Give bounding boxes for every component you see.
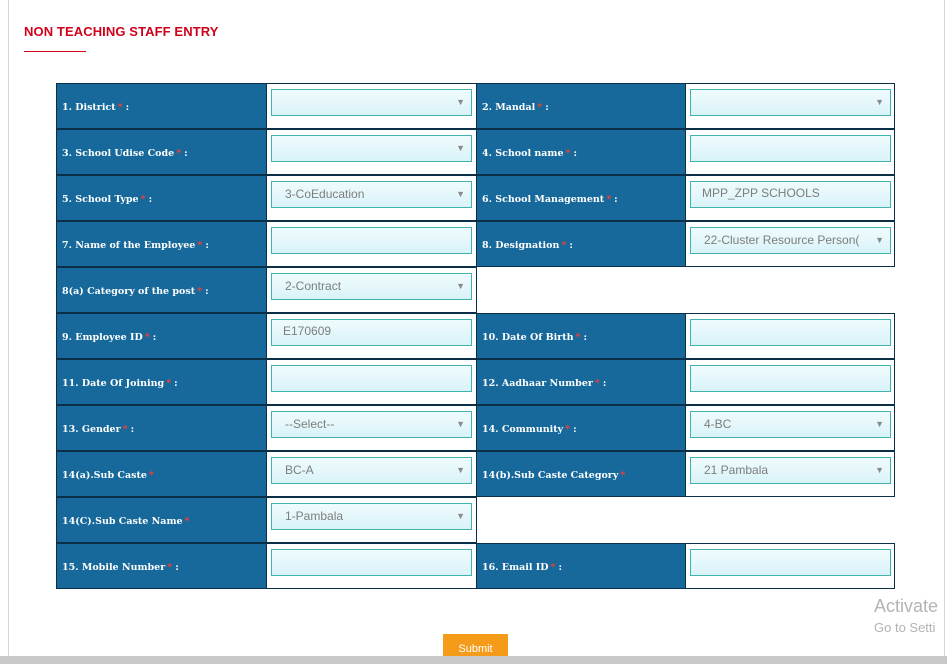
email-id-input[interactable] <box>690 549 891 576</box>
school-management-label: 6. School Management *: <box>476 175 686 221</box>
sub-caste-label: 14(a).Sub Caste * <box>56 451 267 497</box>
chevron-down-icon: ▼ <box>875 235 884 245</box>
employee-name-input[interactable] <box>271 227 472 254</box>
chevron-down-icon: ▼ <box>456 97 465 107</box>
staff-entry-form: 1. District *: ▼ 2. Mandal *: ▼ 3. School … <box>56 83 895 590</box>
designation-label: 8. Designation *: <box>476 221 686 267</box>
mandal-label: 2. Mandal *: <box>476 83 686 129</box>
chevron-down-icon: ▼ <box>456 465 465 475</box>
form-row: 14(a).Sub Caste * BC-A ▼ 14(b).Sub Caste C… <box>56 451 895 497</box>
chevron-down-icon: ▼ <box>456 189 465 199</box>
title-underline <box>24 51 86 52</box>
sub-caste-category-select[interactable]: 21 Pambala ▼ <box>690 457 891 484</box>
school-management-input[interactable]: MPP_ZPP SCHOOLS <box>690 181 891 208</box>
mandal-select[interactable]: ▼ <box>690 89 891 116</box>
mobile-number-input[interactable] <box>271 549 472 576</box>
chevron-down-icon: ▼ <box>456 281 465 291</box>
windows-activation-watermark: Activate Go to Setti <box>874 596 939 635</box>
employee-name-label: 7. Name of the Employee *: <box>56 221 267 267</box>
chevron-down-icon: ▼ <box>456 419 465 429</box>
school-type-label: 5. School Type *: <box>56 175 267 221</box>
chevron-down-icon: ▼ <box>875 465 884 475</box>
community-select[interactable]: 4-BC ▼ <box>690 411 891 438</box>
page-title: NON TEACHING STAFF ENTRY <box>24 24 219 39</box>
chevron-down-icon: ▼ <box>875 419 884 429</box>
designation-select[interactable]: 22-Cluster Resource Person(▼ <box>690 227 891 254</box>
form-row: 15. Mobile Number *: 16. Email ID *: <box>56 543 895 589</box>
form-row: 3. School Udise Code *: ▼ 4. School name *… <box>56 129 895 175</box>
sub-caste-select[interactable]: BC-A ▼ <box>271 457 472 484</box>
school-name-label: 4. School name *: <box>476 129 686 175</box>
aadhaar-number-label: 12. Aadhaar Number *: <box>476 359 686 405</box>
school-type-select[interactable]: 3-CoEducation ▼ <box>271 181 472 208</box>
district-label: 1. District *: <box>56 83 267 129</box>
community-label: 14. Community *: <box>476 405 686 451</box>
form-row: 5. School Type *: 3-CoEducation ▼ 6. Schoo… <box>56 175 895 221</box>
form-row: 7. Name of the Employee *: 8. Designation… <box>56 221 895 267</box>
form-row: 13. Gender *: --Select-- ▼ 14. Community *:… <box>56 405 895 451</box>
email-id-label: 16. Email ID *: <box>476 543 686 589</box>
form-row: 14(C).Sub Caste Name * 1-Pambala ▼ <box>56 497 895 543</box>
form-row: 8(a) Category of the post *: 2-Contract ▼ <box>56 267 895 313</box>
gender-select[interactable]: --Select-- ▼ <box>271 411 472 438</box>
district-select[interactable]: ▼ <box>271 89 472 116</box>
gender-label: 13. Gender *: <box>56 405 267 451</box>
chevron-down-icon: ▼ <box>875 97 884 107</box>
horizontal-scrollbar[interactable] <box>0 656 947 664</box>
aadhaar-number-input[interactable] <box>690 365 891 392</box>
school-name-input[interactable] <box>690 135 891 162</box>
sub-caste-category-label: 14(b).Sub Caste Category * <box>476 451 686 497</box>
date-of-birth-input[interactable] <box>690 319 891 346</box>
form-row: 1. District *: ▼ 2. Mandal *: ▼ <box>56 83 895 129</box>
date-of-joining-label: 11. Date Of Joining *: <box>56 359 267 405</box>
school-udise-code-select[interactable]: ▼ <box>271 135 472 162</box>
form-row: 11. Date Of Joining *: 12. Aadhaar Number… <box>56 359 895 405</box>
category-of-post-label: 8(a) Category of the post *: <box>56 267 267 313</box>
form-row: 9. Employee ID *: E170609 10. Date Of Bir… <box>56 313 895 359</box>
mobile-number-label: 15. Mobile Number *: <box>56 543 267 589</box>
chevron-down-icon: ▼ <box>456 143 465 153</box>
date-of-birth-label: 10. Date Of Birth *: <box>476 313 686 359</box>
school-udise-code-label: 3. School Udise Code *: <box>56 129 267 175</box>
chevron-down-icon: ▼ <box>456 511 465 521</box>
employee-id-label: 9. Employee ID *: <box>56 313 267 359</box>
sub-caste-name-select[interactable]: 1-Pambala ▼ <box>271 503 472 530</box>
date-of-joining-input[interactable] <box>271 365 472 392</box>
category-of-post-select[interactable]: 2-Contract ▼ <box>271 273 472 300</box>
employee-id-input[interactable]: E170609 <box>271 319 472 346</box>
sub-caste-name-label: 14(C).Sub Caste Name * <box>56 497 267 543</box>
